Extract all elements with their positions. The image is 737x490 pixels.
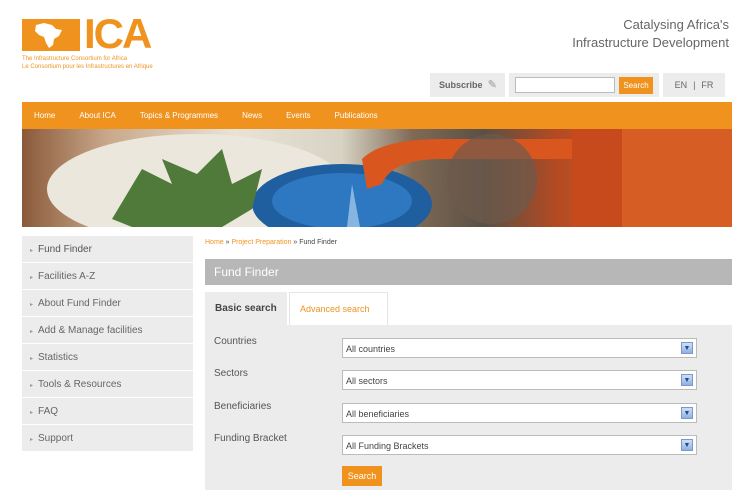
arrow-right-icon: ▸	[30, 437, 34, 443]
beneficiaries-label: Beneficiaries	[214, 401, 272, 412]
site-tagline: Catalysing Africa's Infrastructure Devel…	[572, 16, 729, 52]
nav-item-about-ica[interactable]: About ICA	[79, 111, 115, 120]
beneficiaries-value: All beneficiaries	[346, 409, 410, 419]
sidebar-item-tools-resources[interactable]: ▸ Tools & Resources	[22, 371, 193, 398]
sidebar-item-label: Fund Finder	[38, 244, 92, 255]
countries-label: Countries	[214, 336, 257, 347]
sidebar-item-label: About Fund Finder	[38, 298, 121, 309]
sidebar-item-label: Support	[38, 433, 74, 444]
arrow-right-icon: ▸	[30, 248, 34, 254]
nav-item-publications[interactable]: Publications	[335, 111, 378, 120]
subscribe-label: Subscribe	[439, 80, 483, 90]
form-search-button[interactable]: Search	[342, 466, 382, 486]
search-form: Countries All countries ▼ Sectors All se…	[205, 325, 732, 490]
africa-map-icon	[22, 19, 80, 51]
logo-text-fr: Le Consortium pour les Infrastructures e…	[22, 64, 153, 70]
breadcrumb-home-link[interactable]: Home	[205, 239, 224, 246]
sidebar: ▸ Fund Finder ▸ Facilities A-Z ▸ About Fund…	[22, 236, 193, 452]
nav-item-events[interactable]: Events	[286, 111, 310, 120]
funding-bracket-label: Funding Bracket	[214, 433, 287, 444]
ica-logo[interactable]: ICA The Infrastructure Consortium for Af…	[22, 12, 172, 72]
sidebar-item-label: FAQ	[38, 406, 59, 417]
page-title: Fund Finder	[205, 259, 732, 285]
tagline-line-1: Catalysing Africa's	[623, 17, 729, 32]
header-search: Search	[509, 73, 659, 97]
tagline-line-2: Infrastructure Development	[572, 35, 729, 50]
arrow-right-icon: ▸	[30, 410, 34, 416]
chevron-down-icon[interactable]: ▼	[681, 374, 693, 386]
pencil-icon: ✎	[487, 79, 497, 91]
sidebar-item-add-manage-facilities[interactable]: ▸ Add & Manage facilities	[22, 317, 193, 344]
arrow-right-icon: ▸	[30, 383, 34, 389]
arrow-right-icon: ▸	[30, 356, 34, 362]
breadcrumb-current: Fund Finder	[299, 239, 337, 246]
funding-bracket-select[interactable]: All Funding Brackets ▼	[342, 435, 697, 455]
countries-value: All countries	[346, 344, 396, 354]
banner-image	[22, 129, 732, 227]
sidebar-item-facilities-a-z[interactable]: ▸ Facilities A-Z	[22, 263, 193, 290]
nav-item-topics[interactable]: Topics & Programmes	[140, 111, 218, 120]
search-button[interactable]: Search	[619, 77, 653, 94]
funding-bracket-value: All Funding Brackets	[346, 441, 429, 451]
countries-select[interactable]: All countries ▼	[342, 338, 697, 358]
logo-letters: ICA	[84, 10, 152, 57]
sidebar-item-label: Statistics	[38, 352, 79, 363]
arrow-right-icon: ▸	[30, 302, 34, 308]
nav-item-news[interactable]: News	[242, 111, 262, 120]
breadcrumb: Home » Project Preparation » Fund Finder	[205, 239, 337, 246]
breadcrumb-project-link[interactable]: Project Preparation	[231, 239, 291, 246]
chevron-down-icon[interactable]: ▼	[681, 342, 693, 354]
tab-advanced-search[interactable]: Advanced search	[289, 292, 388, 325]
logo-text-en: The Infrastructure Consortium for Africa	[22, 56, 128, 62]
sidebar-item-label: Add & Manage facilities	[38, 325, 143, 336]
tab-basic-search[interactable]: Basic search	[205, 292, 287, 325]
language-switcher: EN | FR	[663, 73, 725, 97]
arrow-right-icon: ▸	[30, 275, 34, 281]
sectors-label: Sectors	[214, 368, 248, 379]
sidebar-item-statistics[interactable]: ▸ Statistics	[22, 344, 193, 371]
lang-en-link[interactable]: EN	[672, 80, 691, 90]
arrow-right-icon: ▸	[30, 329, 34, 335]
chevron-down-icon[interactable]: ▼	[681, 439, 693, 451]
search-tabs: Basic search Advanced search	[205, 292, 732, 325]
sectors-select[interactable]: All sectors ▼	[342, 370, 697, 390]
subscribe-button[interactable]: Subscribe ✎	[430, 73, 505, 97]
search-input[interactable]	[515, 77, 615, 93]
main-nav: Home About ICA Topics & Programmes News …	[22, 102, 732, 129]
sidebar-item-label: Facilities A-Z	[38, 271, 96, 282]
nav-item-home[interactable]: Home	[34, 111, 55, 120]
sidebar-item-label: Tools & Resources	[38, 379, 122, 390]
lang-fr-link[interactable]: FR	[698, 80, 716, 90]
chevron-down-icon[interactable]: ▼	[681, 407, 693, 419]
beneficiaries-select[interactable]: All beneficiaries ▼	[342, 403, 697, 423]
sidebar-item-fund-finder[interactable]: ▸ Fund Finder	[22, 236, 193, 263]
sidebar-item-support[interactable]: ▸ Support	[22, 425, 193, 452]
sidebar-item-faq[interactable]: ▸ FAQ	[22, 398, 193, 425]
sidebar-item-about-fund-finder[interactable]: ▸ About Fund Finder	[22, 290, 193, 317]
sectors-value: All sectors	[346, 376, 388, 386]
